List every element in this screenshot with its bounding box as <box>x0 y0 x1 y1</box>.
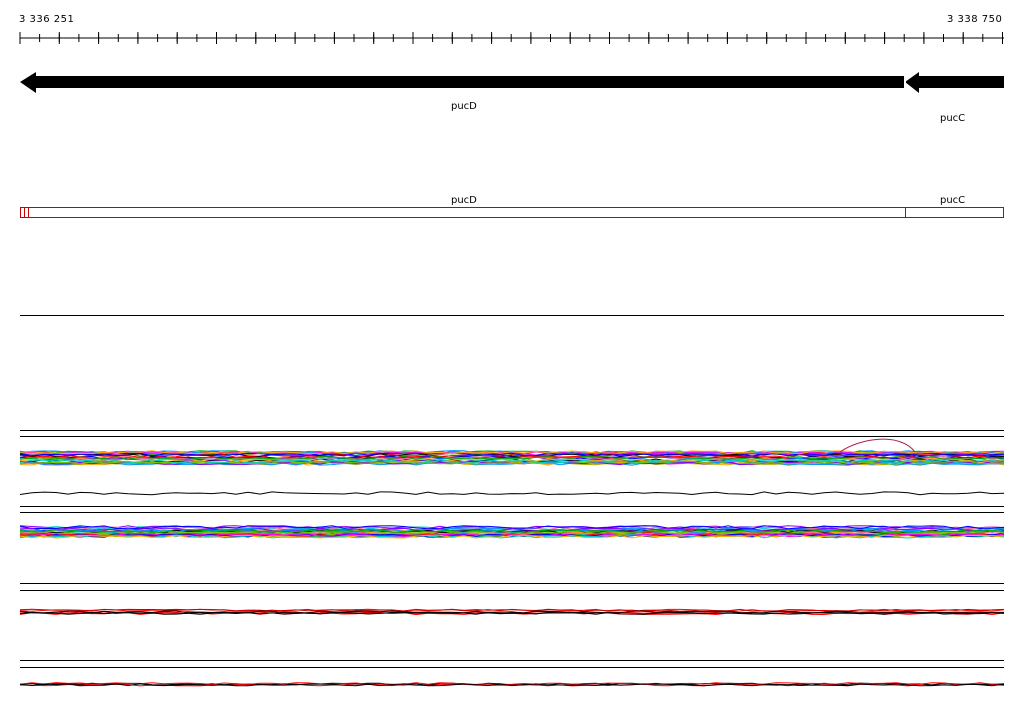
gene-arrow-pucC[interactable] <box>905 72 1004 93</box>
annotation-box-pucD[interactable] <box>20 207 906 218</box>
coverage-tracks <box>20 430 1004 668</box>
gene-track <box>20 72 1004 93</box>
signal-peak <box>839 438 916 453</box>
ruler <box>19 32 1004 44</box>
gene-arrow-pucD[interactable] <box>20 72 905 93</box>
annotation-track <box>20 207 1004 218</box>
signal-line <box>19 491 1005 496</box>
annotation-box-pucC[interactable] <box>905 207 1004 218</box>
genome-browser-canvas <box>19 32 1005 687</box>
